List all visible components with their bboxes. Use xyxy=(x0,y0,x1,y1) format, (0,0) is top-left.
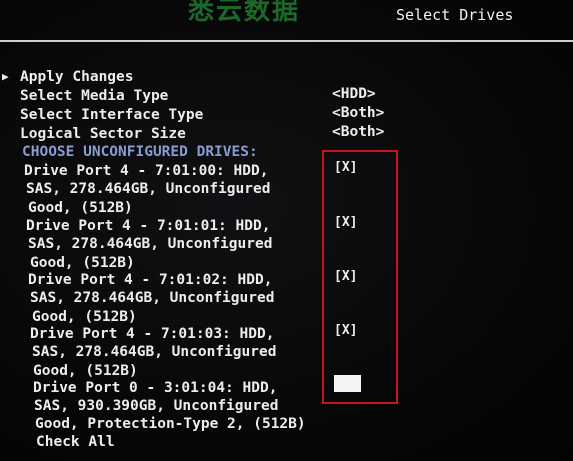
interface-type-value[interactable]: <Both> xyxy=(332,104,384,122)
apply-changes-item[interactable]: Apply Changes xyxy=(20,68,134,86)
drive-item-line2: SAS, 278.464GB, Unconfigured xyxy=(26,181,271,197)
drive-item-line1[interactable]: Drive Port 4 - 7:01:02: HDD, xyxy=(28,271,272,289)
header-divider xyxy=(0,40,573,42)
drive-item-line3: Good, (512B) xyxy=(32,309,137,325)
drive-item-line1[interactable]: Drive Port 4 - 7:01:03: HDD, xyxy=(30,325,274,343)
watermark-logo: 悉云数据 xyxy=(188,0,301,26)
annotation-box xyxy=(322,150,398,404)
bios-screen: 悉云数据 Select Drives ▶ Apply Changes Selec… xyxy=(0,0,573,461)
drive-item-line2: SAS, 930.390GB, Unconfigured xyxy=(34,398,279,414)
drive-item-line3: Good, Protection-Type 2, (512B) xyxy=(35,416,306,432)
sector-size-label[interactable]: Logical Sector Size xyxy=(20,125,186,143)
media-type-value[interactable]: <HDD> xyxy=(332,85,376,103)
drive-item-line2: SAS, 278.464GB, Unconfigured xyxy=(32,344,277,360)
drive-item-line2: SAS, 278.464GB, Unconfigured xyxy=(28,236,273,252)
drive-item-line1[interactable]: Drive Port 0 - 3:01:04: HDD, xyxy=(33,379,277,397)
triangle-right-icon: ▶ xyxy=(2,70,9,83)
media-type-label[interactable]: Select Media Type xyxy=(20,87,168,105)
drive-item-line3: Good, (512B) xyxy=(28,200,133,216)
sector-size-value[interactable]: <Both> xyxy=(332,123,384,141)
drive-item-line3: Good, (512B) xyxy=(33,363,138,379)
drive-item-line3: Good, (512B) xyxy=(30,255,135,271)
drive-item-line1[interactable]: Drive Port 4 - 7:01:00: HDD, xyxy=(24,162,268,180)
check-all-item[interactable]: Check All xyxy=(36,433,115,451)
interface-type-label[interactable]: Select Interface Type xyxy=(20,106,203,124)
drive-item-line1[interactable]: Drive Port 4 - 7:01:01: HDD, xyxy=(26,217,270,235)
page-title: Select Drives xyxy=(396,6,514,24)
section-heading: CHOOSE UNCONFIGURED DRIVES: xyxy=(22,144,258,160)
drive-item-line2: SAS, 278.464GB, Unconfigured xyxy=(30,290,275,306)
